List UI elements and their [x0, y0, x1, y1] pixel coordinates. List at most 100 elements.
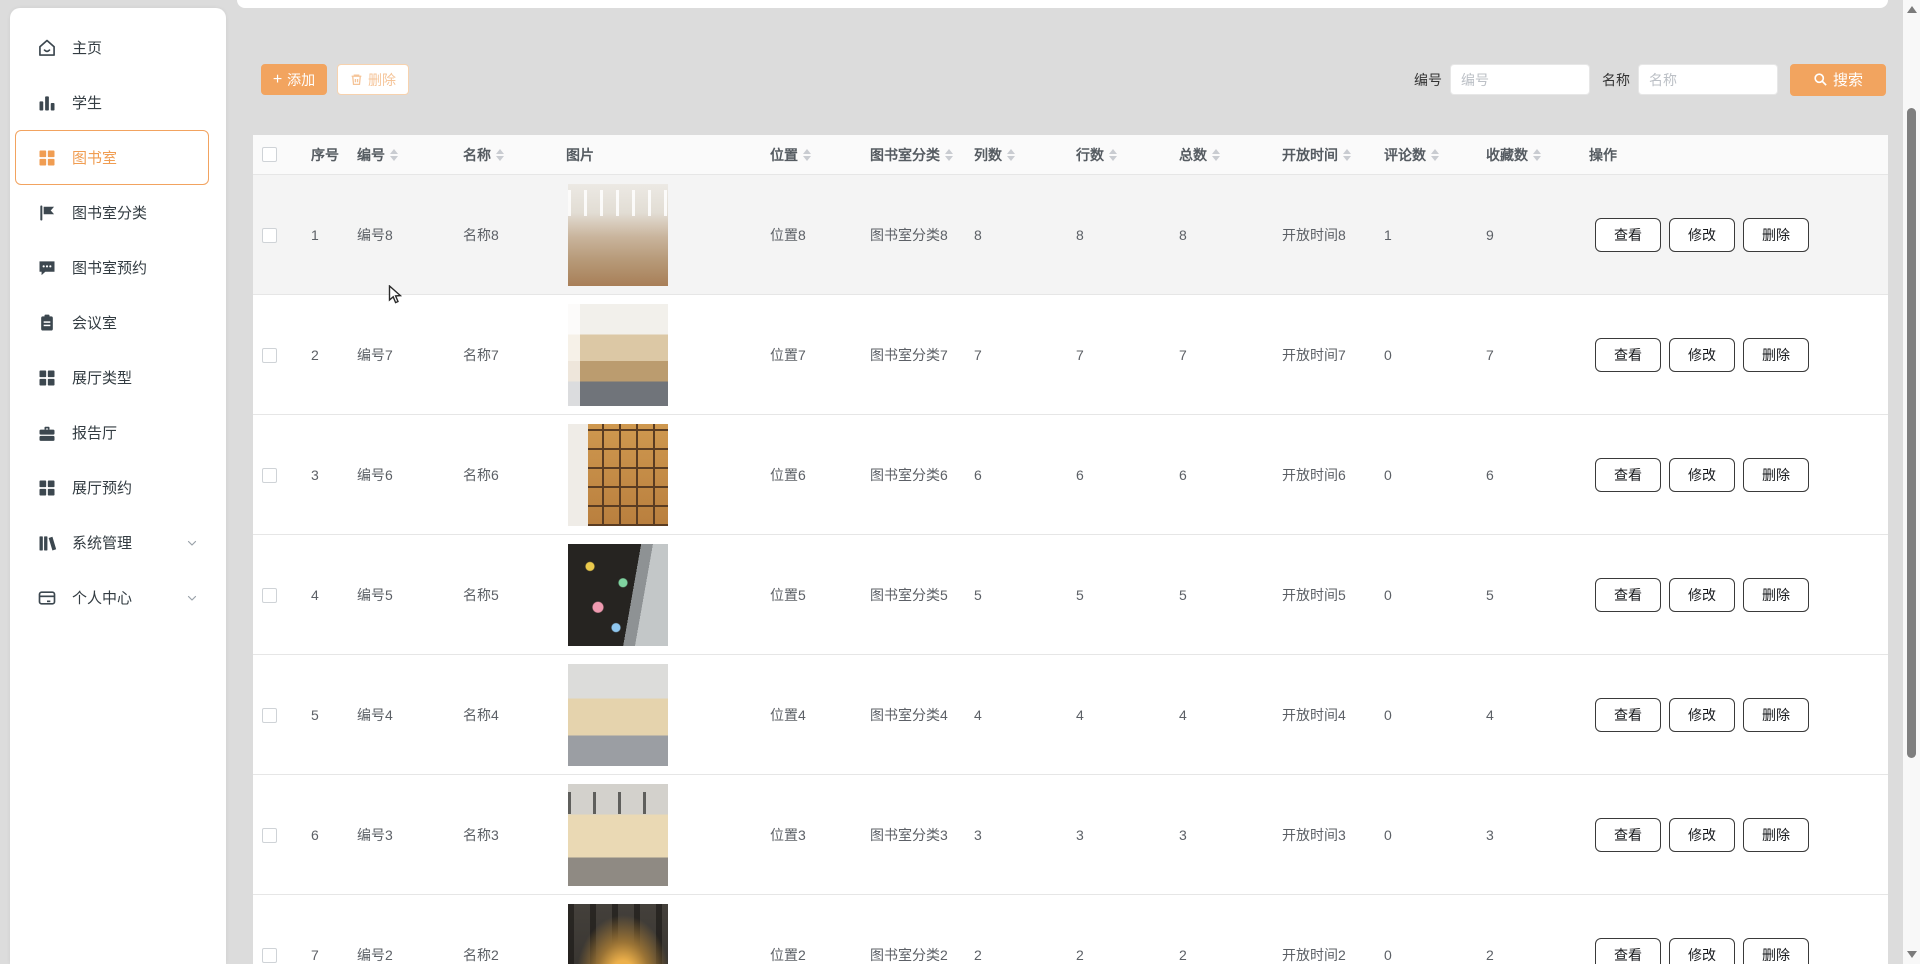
cell-category: 图书室分类8 [860, 225, 964, 245]
room-photo[interactable] [568, 304, 668, 406]
sort-icon[interactable] [1007, 149, 1015, 161]
home-icon [37, 38, 57, 58]
delete-row-button[interactable]: 删除 [1743, 458, 1809, 492]
edit-button[interactable]: 修改 [1669, 818, 1735, 852]
room-photo[interactable] [568, 664, 668, 766]
sidebar-item-label: 图书室分类 [72, 202, 147, 223]
cell-total: 3 [1169, 827, 1272, 843]
view-button[interactable]: 查看 [1595, 698, 1661, 732]
delete-row-button[interactable]: 删除 [1743, 338, 1809, 372]
cell-col_count: 5 [964, 587, 1066, 603]
sidebar-item-9[interactable]: 展厅预约 [15, 460, 209, 515]
sidebar-item-4[interactable]: 图书室分类 [15, 185, 209, 240]
books-icon [37, 533, 57, 553]
select-all-checkbox[interactable] [262, 147, 277, 162]
column-header-label: 编号 [357, 145, 385, 165]
cell-name: 名称2 [453, 945, 556, 964]
row-actions: 查看修改删除 [1579, 578, 1888, 612]
edit-button[interactable]: 修改 [1669, 338, 1735, 372]
view-button[interactable]: 查看 [1595, 938, 1661, 964]
clipboard-icon [37, 313, 57, 333]
row-checkbox[interactable] [262, 468, 277, 483]
delete-row-button[interactable]: 删除 [1743, 818, 1809, 852]
sidebar-item-2[interactable]: 学生 [15, 75, 209, 130]
delete-row-button[interactable]: 删除 [1743, 218, 1809, 252]
add-button[interactable]: + 添加 [261, 64, 327, 95]
row-checkbox[interactable] [262, 948, 277, 963]
delete-row-button[interactable]: 删除 [1743, 938, 1809, 964]
sort-icon[interactable] [945, 149, 953, 161]
room-photo[interactable] [568, 544, 668, 646]
column-header-label: 名称 [463, 145, 491, 165]
edit-button[interactable]: 修改 [1669, 578, 1735, 612]
chevron-down-icon [186, 592, 198, 604]
edit-button[interactable]: 修改 [1669, 698, 1735, 732]
sort-icon[interactable] [390, 149, 398, 161]
sidebar-item-7[interactable]: 展厅类型 [15, 350, 209, 405]
sort-icon[interactable] [1533, 149, 1541, 161]
edit-button[interactable]: 修改 [1669, 458, 1735, 492]
sidebar-item-6[interactable]: 会议室 [15, 295, 209, 350]
sort-icon[interactable] [803, 149, 811, 161]
room-photo[interactable] [568, 184, 668, 286]
view-button[interactable]: 查看 [1595, 818, 1661, 852]
sort-icon[interactable] [1109, 149, 1117, 161]
sidebar-item-3[interactable]: 图书室 [15, 130, 209, 185]
cell-location: 位置6 [760, 465, 860, 485]
grid-icon [37, 368, 57, 388]
no-search-input[interactable] [1450, 64, 1590, 95]
trash-icon [350, 73, 363, 86]
cell-open_time: 开放时间5 [1272, 585, 1374, 605]
sort-icon[interactable] [1212, 149, 1220, 161]
search-button[interactable]: 搜索 [1790, 64, 1886, 96]
row-select-cell [253, 466, 301, 483]
view-button[interactable]: 查看 [1595, 458, 1661, 492]
room-photo[interactable] [568, 424, 668, 526]
cell-col_count: 6 [964, 467, 1066, 483]
cell-category: 图书室分类6 [860, 465, 964, 485]
row-checkbox[interactable] [262, 708, 277, 723]
cell-name: 名称8 [453, 225, 556, 245]
row-checkbox[interactable] [262, 228, 277, 243]
row-checkbox[interactable] [262, 348, 277, 363]
column-header-label: 序号 [311, 145, 339, 165]
app-window: 主页学生图书室图书室分类图书室预约会议室展厅类型报告厅展厅预约系统管理个人中心 … [0, 0, 1920, 964]
bar-chart-icon [37, 93, 57, 113]
cell-total: 7 [1169, 347, 1272, 363]
cell-total: 4 [1169, 707, 1272, 723]
delete-button[interactable]: 删除 [337, 64, 409, 95]
sidebar-item-5[interactable]: 图书室预约 [15, 240, 209, 295]
sidebar-item-8[interactable]: 报告厅 [15, 405, 209, 460]
delete-row-button[interactable]: 删除 [1743, 698, 1809, 732]
scroll-up-arrow-icon[interactable] [1907, 6, 1917, 13]
sidebar-item-label: 系统管理 [72, 532, 132, 553]
view-button[interactable]: 查看 [1595, 218, 1661, 252]
room-photo[interactable] [568, 784, 668, 886]
edit-button[interactable]: 修改 [1669, 218, 1735, 252]
sort-icon[interactable] [496, 149, 504, 161]
room-photo[interactable] [568, 904, 668, 964]
sidebar-item-11[interactable]: 个人中心 [15, 570, 209, 625]
table-row: 3编号6名称6位置6图书室分类6666开放时间606查看修改删除 [253, 415, 1888, 535]
scrollbar-thumb[interactable] [1907, 108, 1916, 758]
vertical-scrollbar[interactable] [1903, 0, 1920, 964]
name-search-input[interactable] [1638, 64, 1778, 95]
delete-row-button[interactable]: 删除 [1743, 578, 1809, 612]
row-actions: 查看修改删除 [1579, 458, 1888, 492]
sidebar-item-1[interactable]: 主页 [15, 20, 209, 75]
sidebar-item-10[interactable]: 系统管理 [15, 515, 209, 570]
sort-icon[interactable] [1343, 149, 1351, 161]
cell-comments: 0 [1374, 347, 1476, 363]
column-header-label: 操作 [1589, 145, 1617, 165]
edit-button[interactable]: 修改 [1669, 938, 1735, 964]
row-checkbox[interactable] [262, 828, 277, 843]
cell-comments: 0 [1374, 707, 1476, 723]
row-checkbox[interactable] [262, 588, 277, 603]
scrolled-header-card-edge [237, 0, 1888, 8]
scroll-down-arrow-icon[interactable] [1907, 951, 1917, 958]
view-button[interactable]: 查看 [1595, 338, 1661, 372]
view-button[interactable]: 查看 [1595, 578, 1661, 612]
column-header: 位置 [760, 145, 860, 165]
sort-icon[interactable] [1431, 149, 1439, 161]
row-select-cell [253, 826, 301, 843]
